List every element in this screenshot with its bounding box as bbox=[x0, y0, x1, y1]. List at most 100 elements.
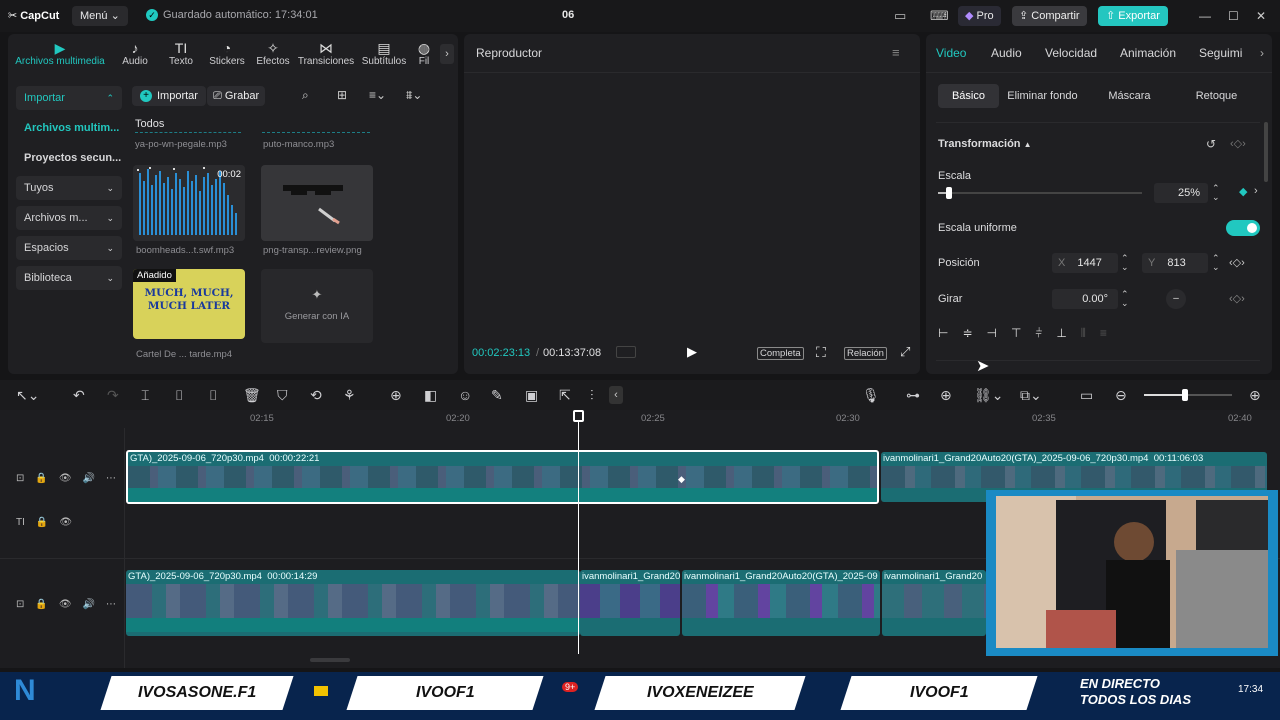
zoom-in-icon[interactable]: ⊕ bbox=[1249, 387, 1261, 404]
delete-icon[interactable]: 🗑 bbox=[243, 387, 261, 404]
fullscreen-icon[interactable]: ⤢ bbox=[900, 344, 910, 360]
scrollbar[interactable] bbox=[1264, 122, 1268, 182]
undo-icon[interactable]: ↶ bbox=[73, 387, 85, 404]
tab-effects[interactable]: ✧ Efectos bbox=[250, 34, 296, 74]
sidebar-item-library[interactable]: Biblioteca ⌄ bbox=[16, 266, 122, 290]
align-top-icon[interactable]: ⊤ bbox=[1011, 326, 1021, 344]
tab-animation[interactable]: Animación bbox=[1120, 46, 1176, 60]
microphone-icon[interactable]: 🎙 bbox=[862, 387, 880, 404]
magic-wand-icon[interactable]: ✎ bbox=[491, 387, 503, 404]
audio-wave-icon[interactable]: ⫶ bbox=[590, 387, 594, 404]
media-item-audio[interactable]: 00:02 bbox=[133, 165, 245, 241]
distribute-h-icon[interactable]: ⫴ bbox=[1081, 326, 1086, 344]
export-button[interactable]: ⇧ Exportar bbox=[1098, 6, 1168, 26]
align-right-icon[interactable]: ⊣ bbox=[987, 326, 997, 344]
rotate-input[interactable]: 0.00° bbox=[1052, 289, 1118, 309]
keyframe-icon[interactable]: ‹◇› bbox=[1229, 292, 1245, 305]
split-left-icon[interactable]: ⌷ bbox=[175, 387, 183, 404]
mirror-icon[interactable]: ◧ bbox=[424, 387, 437, 404]
tab-media[interactable]: ▶ Archivos multimedia bbox=[8, 34, 112, 74]
speed-icon[interactable]: ▣ bbox=[525, 387, 538, 404]
keyframe-active-icon[interactable]: ◆ bbox=[1239, 185, 1247, 198]
full-quality-button[interactable]: Completa bbox=[757, 347, 804, 360]
record-button[interactable]: ⎚ Grabar bbox=[207, 86, 266, 106]
tab-speed[interactable]: Velocidad bbox=[1045, 46, 1097, 60]
select-tool-icon[interactable]: ↖⌄ bbox=[16, 387, 39, 404]
more-icon[interactable]: ⋯ bbox=[106, 473, 116, 484]
more-icon[interactable]: ⋯ bbox=[106, 599, 116, 610]
subtab-basic[interactable]: Básico bbox=[938, 84, 999, 108]
scale-slider[interactable] bbox=[938, 187, 1142, 199]
split-icon[interactable]: ⌶ bbox=[141, 387, 149, 404]
sidebar-item-import[interactable]: Importar ⌃ bbox=[16, 86, 122, 110]
stepper-icon[interactable]: ⌃ ⌄ bbox=[1212, 184, 1220, 202]
snap-icon[interactable]: ⊕ bbox=[940, 387, 952, 404]
tabs-scroll-right-icon[interactable]: › bbox=[1260, 46, 1264, 60]
minimize-icon[interactable]: — bbox=[1199, 9, 1211, 23]
share-button[interactable]: ⇪ Compartir bbox=[1012, 6, 1087, 26]
tabs-scroll-right-icon[interactable]: › bbox=[440, 44, 454, 64]
scale-input[interactable]: 25% bbox=[1154, 183, 1208, 203]
volume-icon[interactable]: 🔊 bbox=[83, 473, 95, 484]
tab-tracking[interactable]: Seguimi bbox=[1199, 46, 1261, 60]
align-center-h-icon[interactable]: ≑ bbox=[962, 326, 972, 344]
zoom-slider-handle[interactable] bbox=[1182, 389, 1188, 401]
align-left-icon[interactable]: ⊢ bbox=[938, 326, 948, 344]
reset-icon[interactable]: ↺ bbox=[1206, 137, 1216, 151]
transform-header[interactable]: Transformación ▲ bbox=[938, 138, 1032, 150]
lock-icon[interactable]: 🔒 bbox=[36, 517, 48, 528]
collapse-icon[interactable]: ‹ bbox=[609, 386, 623, 404]
cover-icon[interactable]: ⊡ bbox=[16, 473, 24, 484]
shield-icon[interactable]: ⛉ bbox=[277, 387, 288, 404]
lock-icon[interactable]: 🔒 bbox=[35, 473, 47, 484]
rotate-dial-icon[interactable]: – bbox=[1166, 289, 1186, 309]
distribute-v-icon[interactable]: ≡ bbox=[1100, 326, 1107, 344]
align-bottom-icon[interactable]: ⊥ bbox=[1056, 326, 1066, 344]
eye-icon[interactable]: 👁 bbox=[59, 473, 72, 484]
eye-icon[interactable]: 👁 bbox=[59, 599, 72, 610]
chain-icon[interactable]: ⛓⌄ bbox=[974, 387, 1004, 404]
position-x-input[interactable]: X 1447 bbox=[1052, 253, 1118, 273]
redo-icon[interactable]: ↷ bbox=[107, 387, 119, 404]
preview-axis-icon[interactable]: ⧉⌄ bbox=[1020, 387, 1042, 404]
player-menu-icon[interactable]: ≡ bbox=[892, 45, 900, 60]
export-frame-icon[interactable]: ⇱ bbox=[559, 387, 571, 404]
subtab-remove-bg[interactable]: Eliminar fondo bbox=[999, 84, 1086, 108]
scale-slider-handle[interactable] bbox=[946, 187, 953, 199]
pro-badge[interactable]: ◆ Pro bbox=[958, 6, 1001, 26]
shortcuts-icon[interactable]: ⌨ bbox=[930, 8, 949, 24]
video-clip[interactable]: GTA)_2025-09-06_720p30.mp4 00:00:14:29 bbox=[126, 570, 580, 636]
grid-view-icon[interactable]: ⊞ bbox=[337, 88, 347, 102]
add-keyframe-icon[interactable]: ⊕ bbox=[390, 387, 402, 404]
video-clip[interactable]: ivanmolinari1_Grand20 bbox=[882, 570, 986, 636]
sidebar-item-files[interactable]: Archivos m... ⌄ bbox=[16, 206, 122, 230]
layout-icon[interactable]: ▭ bbox=[894, 8, 906, 24]
playhead-handle[interactable] bbox=[573, 410, 584, 422]
zoom-out-icon[interactable]: ⊖ bbox=[1115, 387, 1127, 404]
lock-icon[interactable]: 🔒 bbox=[35, 599, 47, 610]
cover-icon[interactable]: ⊡ bbox=[16, 599, 24, 610]
video-clip[interactable]: ivanmolinari1_Grand20Auto20(GTA)_2025-09 bbox=[682, 570, 880, 636]
sidebar-item-spaces[interactable]: Espacios ⌄ bbox=[16, 236, 122, 260]
generate-ai-card[interactable]: ✦ Generar con IA bbox=[261, 269, 373, 343]
horizontal-scrollbar[interactable] bbox=[310, 658, 350, 662]
project-title[interactable]: 06 bbox=[562, 9, 574, 21]
stepper-icon[interactable]: ⌃ ⌄ bbox=[1212, 254, 1220, 272]
tab-prop-audio[interactable]: Audio bbox=[991, 46, 1022, 60]
media-item-video[interactable]: Añadido MUCH, MUCH, MUCH LATER bbox=[133, 269, 245, 339]
sidebar-item-media-files[interactable]: Archivos multim... bbox=[16, 116, 122, 140]
tab-video[interactable]: Video bbox=[936, 46, 966, 60]
uniform-scale-toggle[interactable] bbox=[1226, 220, 1260, 236]
timeline-grid-icon[interactable] bbox=[616, 346, 636, 358]
time-ruler[interactable]: 02:15 02:20 02:25 02:30 02:35 02:40 bbox=[126, 410, 1280, 428]
zoom-fit-icon[interactable]: ⛶ bbox=[816, 344, 826, 361]
stepper-icon[interactable]: ⌃ ⌄ bbox=[1121, 290, 1129, 308]
tab-stickers[interactable]: ◔ Stickers bbox=[204, 34, 250, 74]
stepper-icon[interactable]: ⌃ ⌄ bbox=[1121, 254, 1129, 272]
tab-text[interactable]: TI Texto bbox=[158, 34, 204, 74]
link-icon[interactable]: ⊶ bbox=[906, 387, 920, 404]
tab-audio[interactable]: ♪ Audio bbox=[112, 34, 158, 74]
search-icon[interactable]: ⌕ bbox=[302, 88, 309, 103]
video-clip-selected[interactable]: GTA)_2025-09-06_720p30.mp4 00:00:22:21 ◆ bbox=[126, 450, 879, 504]
sidebar-item-secondary-projects[interactable]: Proyectos secun... bbox=[16, 146, 122, 170]
